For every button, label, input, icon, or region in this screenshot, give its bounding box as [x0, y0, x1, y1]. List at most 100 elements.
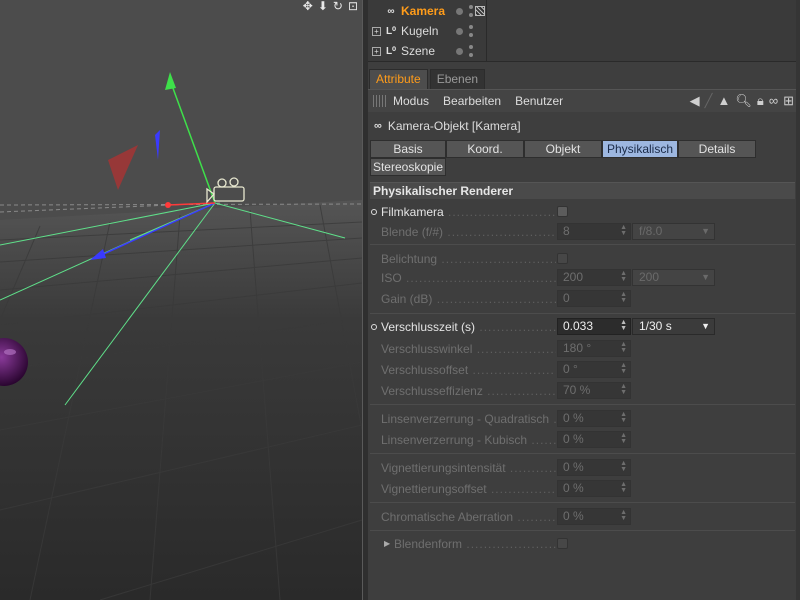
menu-benutzer[interactable]: Benutzer: [515, 94, 563, 108]
animation-bullet[interactable]: [371, 208, 377, 215]
prop-verschlussoffset: Verschlussoffset 0 °▲▼: [368, 360, 800, 379]
visibility-toggle[interactable]: [469, 5, 473, 17]
iso-dropdown[interactable]: 200 ▼: [632, 269, 715, 286]
expand-icon[interactable]: +: [372, 26, 381, 36]
prop-linsenverzerrung-quadratisch: Linsenverzerrung - Quadratisch 0 %▲▼: [368, 409, 800, 428]
spinner-icon[interactable]: ▲ ▼: [620, 362, 627, 375]
move-icon[interactable]: ✥: [303, 0, 313, 12]
link-icon[interactable]: ∞: [769, 93, 778, 109]
layer-dot[interactable]: [456, 47, 463, 55]
scrollbar[interactable]: [796, 0, 800, 600]
object-manager: ∞ Kamera + L⁰ Kugeln + L⁰ Szene: [368, 0, 800, 62]
new-panel-icon[interactable]: ⊞: [783, 93, 794, 109]
layer-dot[interactable]: [456, 27, 463, 35]
spinner-icon[interactable]: ▲ ▼: [620, 270, 627, 283]
prop-vignettierungsoffset: Vignettierungsoffset 0 %▲▼: [368, 479, 800, 498]
filmkamera-checkbox[interactable]: [557, 206, 568, 217]
spinner-icon[interactable]: ▲ ▼: [620, 224, 627, 237]
layer-dot[interactable]: [456, 7, 463, 15]
down-arrow-icon[interactable]: ⬇: [318, 0, 328, 12]
menu-bearbeiten[interactable]: Bearbeiten: [443, 94, 501, 108]
prop-verschlusseffizienz: Verschlusseffizienz 70 %▲▼: [368, 381, 800, 400]
blendenform-checkbox[interactable]: [557, 538, 568, 549]
vignettierungsoffset-field[interactable]: 0 % ▲ ▼: [557, 480, 631, 497]
chevron-down-icon: ▼: [701, 321, 710, 331]
object-title-bar: ∞ Kamera-Objekt [Kamera]: [368, 114, 800, 138]
prop-linsenverzerrung-kubisch: Linsenverzerrung - Kubisch 0 %▲▼: [368, 430, 800, 449]
spinner-icon[interactable]: ▲ ▼: [620, 481, 627, 494]
prop-gain: Gain (dB) 0▲▼: [368, 289, 800, 308]
search-icon[interactable]: 🔍︎: [735, 93, 752, 109]
animation-bullet[interactable]: [371, 323, 377, 330]
null-object-icon: L⁰: [385, 45, 397, 57]
prop-label: Linsenverzerrung - Kubisch: [381, 433, 556, 447]
verschlusszeit-dropdown[interactable]: 1/30 s ▼: [632, 318, 715, 335]
object-row-kamera[interactable]: ∞ Kamera: [368, 1, 800, 21]
belichtung-checkbox[interactable]: [557, 253, 568, 264]
prop-label: Belichtung: [381, 252, 556, 266]
back-arrow-icon[interactable]: ◀: [690, 93, 700, 109]
prop-iso: ISO 200▲▼ 200▼: [368, 268, 800, 287]
menu-modus[interactable]: Modus: [393, 94, 429, 108]
prop-label: Blende (f/#): [381, 225, 556, 239]
spinner-icon[interactable]: ▲ ▼: [620, 509, 627, 522]
lock-icon[interactable]: 🔒︎: [757, 93, 764, 109]
blende-field[interactable]: 8 ▲ ▼: [557, 223, 631, 240]
tab-attribute[interactable]: Attribute: [369, 69, 428, 89]
spinner-icon[interactable]: ▲ ▼: [620, 460, 627, 473]
expand-triangle-icon[interactable]: ▶: [384, 539, 390, 548]
subtab-physikalisch[interactable]: Physikalisch: [602, 140, 678, 158]
spinner-icon[interactable]: ▲ ▼: [620, 341, 627, 354]
linsenverzerrung-quadratisch-field[interactable]: 0 % ▲ ▼: [557, 410, 631, 427]
prop-label: Blendenform: [394, 537, 556, 551]
null-object-icon: L⁰: [385, 25, 397, 37]
visibility-toggle[interactable]: [469, 45, 473, 57]
linsenverzerrung-kubisch-field[interactable]: 0 % ▲ ▼: [557, 431, 631, 448]
chromatische-aberration-field[interactable]: 0 % ▲ ▼: [557, 508, 631, 525]
verschlussoffset-field[interactable]: 0 ° ▲ ▼: [557, 361, 631, 378]
verschlusswinkel-field[interactable]: 180 ° ▲ ▼: [557, 340, 631, 357]
tag-icon[interactable]: [475, 6, 485, 16]
spinner-icon[interactable]: ▲ ▼: [620, 383, 627, 396]
prop-label: Filmkamera: [381, 205, 556, 219]
object-row-kugeln[interactable]: + L⁰ Kugeln: [368, 21, 800, 41]
prop-label: Linsenverzerrung - Quadratisch: [381, 412, 556, 426]
spinner-icon[interactable]: ▲ ▼: [620, 291, 627, 304]
vignettierungsintensitaet-field[interactable]: 0 % ▲ ▼: [557, 459, 631, 476]
maximize-icon[interactable]: ⊡: [348, 0, 358, 12]
manager-tabs: Attribute Ebenen: [368, 69, 486, 89]
object-title: Kamera-Objekt [Kamera]: [387, 119, 521, 133]
tab-ebenen[interactable]: Ebenen: [429, 69, 486, 89]
verschlusseffizienz-field[interactable]: 70 % ▲ ▼: [557, 382, 631, 399]
object-row-szene[interactable]: + L⁰ Szene: [368, 41, 800, 61]
spinner-icon[interactable]: ▲ ▼: [620, 432, 627, 445]
verschlusszeit-field[interactable]: 0.033 ▲ ▼: [557, 318, 631, 335]
subtab-details[interactable]: Details: [678, 140, 756, 158]
gain-field[interactable]: 0 ▲ ▼: [557, 290, 631, 307]
spinner-icon[interactable]: ▲ ▼: [620, 319, 627, 332]
prop-label: Verschlusswinkel: [381, 342, 556, 356]
subtab-stereoskopie[interactable]: Stereoskopie: [370, 158, 446, 176]
rotate-icon[interactable]: ↻: [333, 0, 343, 12]
up-arrow-icon[interactable]: ▲: [718, 93, 731, 109]
grip-icon[interactable]: [373, 95, 387, 107]
object-name[interactable]: Kugeln: [401, 24, 438, 38]
prop-label: ISO: [381, 271, 556, 285]
prop-chromatische-aberration: Chromatische Aberration 0 %▲▼: [368, 507, 800, 526]
chevron-down-icon: ▼: [701, 226, 710, 236]
subtab-koord[interactable]: Koord.: [446, 140, 524, 158]
camera-icon: ∞: [387, 5, 395, 17]
spinner-icon[interactable]: ▲ ▼: [620, 411, 627, 424]
object-name[interactable]: Kamera: [401, 4, 445, 18]
prop-label: Vignettierungsintensität: [381, 461, 556, 475]
visibility-toggle[interactable]: [469, 25, 473, 37]
prop-label: Verschlusszeit (s): [381, 320, 556, 334]
prop-label: Verschlusseffizienz: [381, 384, 556, 398]
subtab-objekt[interactable]: Objekt: [524, 140, 602, 158]
blende-dropdown[interactable]: f/8.0 ▼: [632, 223, 715, 240]
iso-field[interactable]: 200 ▲ ▼: [557, 269, 631, 286]
expand-icon[interactable]: +: [372, 46, 381, 56]
object-name[interactable]: Szene: [401, 44, 435, 58]
3d-viewport[interactable]: ✥ ⬇ ↻ ⊡: [0, 0, 362, 600]
subtab-basis[interactable]: Basis: [370, 140, 446, 158]
